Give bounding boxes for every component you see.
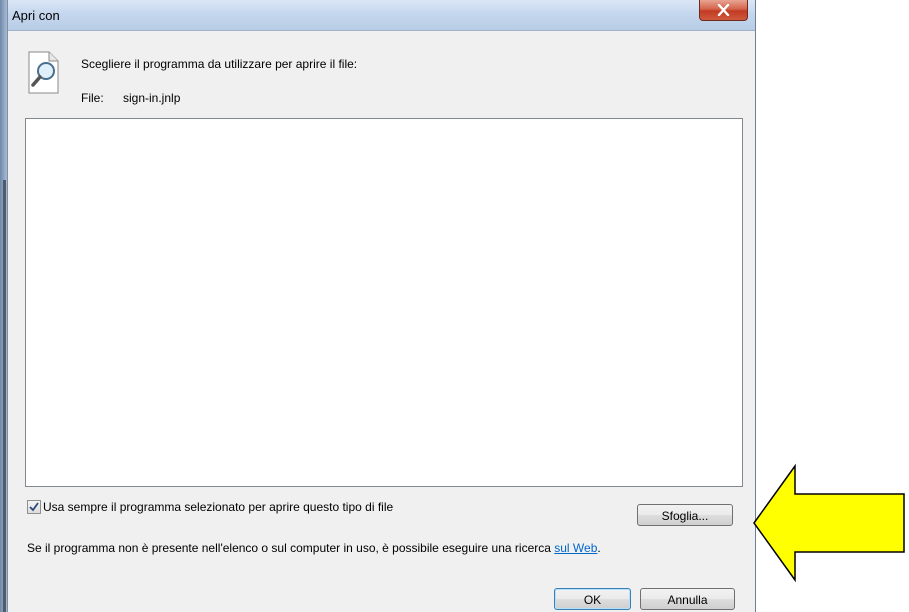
arrow-pointer-icon: [753, 463, 905, 583]
title-bar[interactable]: Apri con: [8, 0, 755, 31]
dialog-title: Apri con: [12, 8, 60, 23]
file-name: sign-in.jnlp: [123, 91, 181, 105]
program-list[interactable]: [25, 118, 743, 487]
open-with-dialog: Apri con Scegliere il programma da utili…: [7, 0, 756, 612]
background-window-border: [3, 180, 6, 612]
file-label: File:: [81, 91, 104, 105]
always-use-label[interactable]: Usa sempre il programma selezionato per …: [43, 500, 393, 514]
close-button[interactable]: [699, 0, 748, 21]
checkmark-icon: [29, 502, 39, 512]
close-icon: [717, 4, 730, 16]
ok-button[interactable]: OK: [554, 588, 631, 610]
web-search-link[interactable]: sul Web: [554, 541, 597, 555]
search-document-icon: [28, 51, 59, 94]
always-use-checkbox[interactable]: [27, 500, 41, 514]
search-hint-text: Se il programma non è presente nell'elen…: [27, 541, 555, 555]
search-hint: Se il programma non è presente nell'elen…: [27, 541, 601, 555]
prompt-text: Scegliere il programma da utilizzare per…: [81, 57, 358, 71]
cancel-button[interactable]: Annulla: [640, 588, 735, 610]
search-hint-end: .: [597, 541, 601, 555]
browse-button[interactable]: Sfoglia...: [637, 504, 733, 526]
